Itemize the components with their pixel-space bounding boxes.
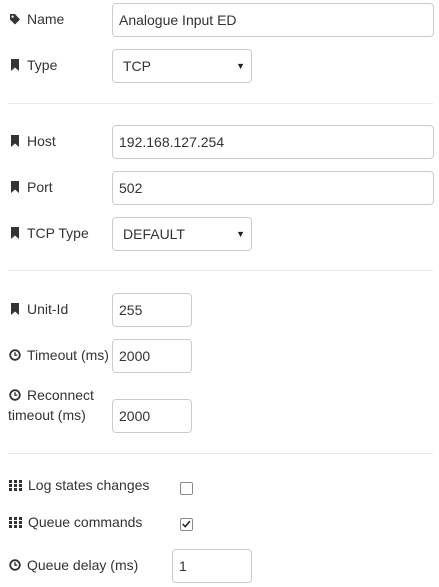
chevron-down-icon: ▼ xyxy=(236,61,245,71)
tcp-type-label-text: TCP Type xyxy=(27,225,89,241)
timeout-label-text: Timeout (ms) xyxy=(27,347,109,363)
divider xyxy=(8,270,433,271)
bookmark-icon xyxy=(11,181,19,193)
queue-commands-checkbox[interactable] xyxy=(180,518,193,531)
tcp-type-select[interactable]: DEFAULT ▼ xyxy=(112,217,252,251)
reconnect-timeout-label: Reconnect xyxy=(9,385,94,405)
port-input[interactable]: 502 xyxy=(112,171,434,205)
bookmark-icon xyxy=(11,59,19,71)
log-states-label: Log states changes xyxy=(9,475,149,495)
queue-delay-label: Queue delay (ms) xyxy=(9,555,138,575)
timeout-label: Timeout (ms) xyxy=(9,345,109,365)
grid-icon xyxy=(9,517,22,528)
clock-icon xyxy=(9,349,21,361)
host-input[interactable]: 192.168.127.254 xyxy=(112,125,434,159)
reconnect-timeout-label-line1: Reconnect xyxy=(27,387,94,403)
clock-icon xyxy=(9,559,21,571)
bookmark-icon xyxy=(11,135,19,147)
port-label-text: Port xyxy=(27,179,53,195)
bookmark-icon xyxy=(11,303,19,315)
port-label: Port xyxy=(9,177,53,197)
chevron-down-icon: ▼ xyxy=(236,229,245,239)
tcp-type-label: TCP Type xyxy=(9,223,89,243)
type-label: Type xyxy=(9,55,57,75)
checkmark-icon xyxy=(182,520,191,528)
tag-icon xyxy=(10,14,20,25)
log-states-label-text: Log states changes xyxy=(28,477,150,493)
host-label-text: Host xyxy=(27,133,56,149)
queue-commands-label-text: Queue commands xyxy=(28,514,143,530)
log-states-checkbox[interactable] xyxy=(180,482,193,495)
divider xyxy=(8,103,433,104)
bookmark-icon xyxy=(11,227,19,239)
name-label-text: Name xyxy=(27,11,65,27)
divider xyxy=(8,453,433,454)
reconnect-timeout-input[interactable]: 2000 xyxy=(112,399,192,433)
tcp-type-select-value: DEFAULT xyxy=(123,226,185,242)
queue-commands-label: Queue commands xyxy=(9,512,142,532)
timeout-input[interactable]: 2000 xyxy=(112,339,192,373)
unit-id-input[interactable]: 255 xyxy=(112,293,192,327)
clock-icon xyxy=(9,389,21,401)
reconnect-timeout-label-line2: timeout (ms) xyxy=(8,407,86,423)
name-input[interactable]: Analogue Input ED xyxy=(112,3,434,37)
queue-delay-input[interactable]: 1 xyxy=(172,549,252,583)
name-label: Name xyxy=(9,9,64,29)
type-label-text: Type xyxy=(27,57,58,73)
grid-icon xyxy=(9,480,22,491)
host-label: Host xyxy=(9,131,56,151)
unit-id-label: Unit-Id xyxy=(9,299,68,319)
type-select[interactable]: TCP ▼ xyxy=(112,49,252,83)
unit-id-label-text: Unit-Id xyxy=(27,301,69,317)
type-select-value: TCP xyxy=(123,58,151,74)
queue-delay-label-text: Queue delay (ms) xyxy=(27,557,139,573)
